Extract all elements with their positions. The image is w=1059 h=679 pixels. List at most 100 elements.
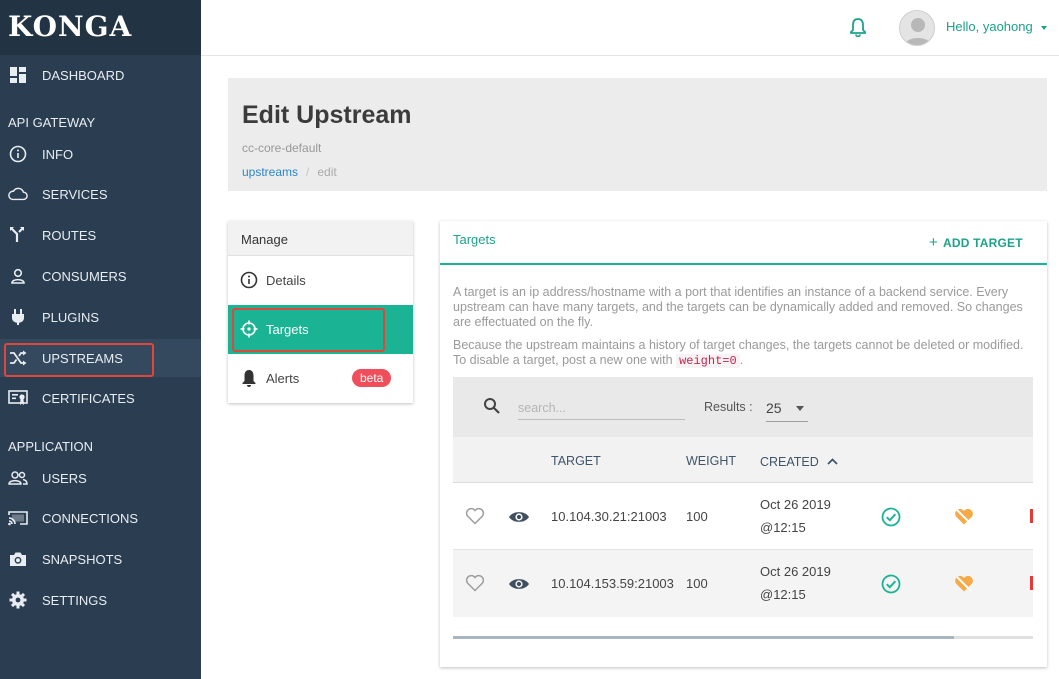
- manage-item-label: Details: [266, 273, 306, 288]
- logo-text: KONGA: [8, 10, 133, 43]
- notification-bell-icon[interactable]: [849, 17, 867, 42]
- set-unhealthy-icon[interactable]: [954, 575, 974, 596]
- sidebar-item-plugins[interactable]: PLUGINS: [0, 298, 201, 336]
- sidebar-item-info[interactable]: INFO: [0, 135, 201, 173]
- search-icon: [483, 397, 501, 420]
- dashboard-icon: [8, 65, 28, 85]
- results-value: 25: [766, 400, 782, 416]
- sidebar-item-snapshots[interactable]: SNAPSHOTS: [0, 540, 201, 578]
- sidebar-item-label: UPSTREAMS: [42, 350, 123, 366]
- crosshair-icon: [240, 320, 258, 338]
- cloud-icon: [8, 184, 28, 204]
- plug-icon: [8, 307, 28, 327]
- manage-item-details[interactable]: Details: [228, 256, 413, 305]
- breadcrumb-upstreams-link[interactable]: upstreams: [242, 165, 298, 179]
- info-icon: [240, 271, 258, 289]
- sidebar-item-certificates[interactable]: CERTIFICATES: [0, 379, 201, 417]
- table-header: TARGET WEIGHT CREATED: [453, 437, 1033, 483]
- eye-icon[interactable]: [508, 577, 530, 594]
- page-subtitle: cc-core-default: [242, 141, 322, 155]
- top-bar: Hello, yaohong: [201, 0, 1059, 56]
- eye-icon[interactable]: [508, 510, 530, 527]
- results-per-page-select[interactable]: 25: [766, 394, 808, 422]
- sidebar-item-routes[interactable]: ROUTES: [0, 216, 201, 254]
- sidebar-item-settings[interactable]: SETTINGS: [0, 581, 201, 619]
- fork-icon: [8, 225, 28, 245]
- caret-down-icon: [796, 406, 804, 411]
- column-target[interactable]: TARGET: [551, 454, 601, 468]
- scrollbar-thumb[interactable]: [453, 636, 954, 639]
- manage-item-label: Targets: [266, 322, 309, 337]
- sidebar-item-dashboard[interactable]: DASHBOARD: [0, 56, 201, 94]
- chevron-down-icon: [1041, 25, 1048, 30]
- manage-item-targets[interactable]: Targets: [228, 305, 413, 354]
- section-application: APPLICATION: [8, 439, 94, 454]
- tab-targets[interactable]: Targets: [453, 232, 496, 247]
- weight-code: weight=0: [676, 354, 740, 368]
- column-created[interactable]: CREATED: [760, 454, 838, 469]
- sidebar-item-users[interactable]: USERS: [0, 459, 201, 497]
- page-title: Edit Upstream: [242, 101, 412, 129]
- tab-underline: [440, 263, 1047, 265]
- user-greeting: Hello, yaohong: [946, 19, 1033, 34]
- sidebar-item-consumers[interactable]: CONSUMERS: [0, 257, 201, 295]
- beta-badge: beta: [352, 369, 392, 387]
- sidebar-item-label: SETTINGS: [42, 592, 108, 608]
- created-time: @12:15: [760, 520, 806, 535]
- table-row: 10.104.30.21:21003 100 Oct 26 2019 @12:1…: [453, 483, 1033, 550]
- healthy-check-icon[interactable]: [881, 574, 901, 597]
- manage-panel: Manage Details Targets Alerts beta: [228, 221, 413, 403]
- add-target-button[interactable]: + ADD TARGET: [929, 234, 1023, 251]
- sidebar-item-label: CONSUMERS: [42, 268, 127, 284]
- add-target-label: ADD TARGET: [942, 236, 1023, 250]
- manage-item-alerts[interactable]: Alerts beta: [228, 354, 413, 403]
- breadcrumb: upstreams / edit: [242, 165, 337, 179]
- sidebar-item-label: PLUGINS: [42, 309, 100, 325]
- targets-note: Because the upstream maintains a history…: [453, 338, 1038, 369]
- sidebar-item-label: ROUTES: [42, 227, 97, 243]
- created-date: Oct 26 2019: [760, 497, 831, 512]
- avatar[interactable]: [899, 10, 935, 46]
- target-created: Oct 26 2019 @12:15: [760, 560, 831, 606]
- delete-icon[interactable]: [1030, 574, 1036, 595]
- sidebar-item-label: CERTIFICATES: [42, 390, 135, 406]
- table-row: 10.104.153.59:21003 100 Oct 26 2019 @12:…: [453, 550, 1033, 617]
- logo[interactable]: KONGA: [0, 0, 201, 55]
- gear-icon: [8, 590, 28, 610]
- target-weight: 100: [686, 576, 708, 591]
- users-icon: [8, 468, 28, 488]
- breadcrumb-current: edit: [317, 165, 337, 179]
- sidebar-item-label: USERS: [42, 470, 87, 486]
- camera-icon: [8, 549, 28, 569]
- section-api-gateway: API GATEWAY: [8, 115, 96, 130]
- certificate-icon: [8, 388, 28, 408]
- targets-description: A target is an ip address/hostname with …: [453, 285, 1023, 329]
- target-weight: 100: [686, 509, 708, 524]
- shuffle-icon: [8, 348, 28, 368]
- bell-icon: [240, 369, 258, 387]
- sidebar-item-label: DASHBOARD: [42, 67, 125, 83]
- healthy-check-icon[interactable]: [881, 507, 901, 530]
- heart-outline-icon[interactable]: [465, 507, 485, 528]
- cast-icon: [8, 508, 28, 528]
- delete-icon[interactable]: [1030, 507, 1036, 528]
- user-menu[interactable]: Hello, yaohong: [946, 19, 1048, 34]
- column-weight[interactable]: WEIGHT: [686, 454, 736, 468]
- page-header: Edit Upstream cc-core-default upstreams /…: [228, 78, 1047, 191]
- set-unhealthy-icon[interactable]: [954, 508, 974, 529]
- sidebar-item-label: INFO: [42, 146, 74, 162]
- search-input[interactable]: [518, 396, 685, 420]
- sidebar-item-label: SERVICES: [42, 186, 108, 202]
- sidebar-item-label: SNAPSHOTS: [42, 551, 123, 567]
- sidebar-item-services[interactable]: SERVICES: [0, 175, 201, 213]
- sidebar-item-label: CONNECTIONS: [42, 510, 139, 526]
- sort-asc-icon: [827, 454, 838, 468]
- column-created-label: CREATED: [760, 455, 819, 469]
- manage-header: Manage: [228, 221, 413, 256]
- target-created: Oct 26 2019 @12:15: [760, 493, 831, 539]
- sidebar-item-connections[interactable]: CONNECTIONS: [0, 499, 201, 537]
- heart-outline-icon[interactable]: [465, 574, 485, 595]
- target-address: 10.104.30.21:21003: [551, 509, 667, 524]
- sidebar-item-upstreams[interactable]: UPSTREAMS: [0, 339, 201, 377]
- person-icon: [8, 266, 28, 286]
